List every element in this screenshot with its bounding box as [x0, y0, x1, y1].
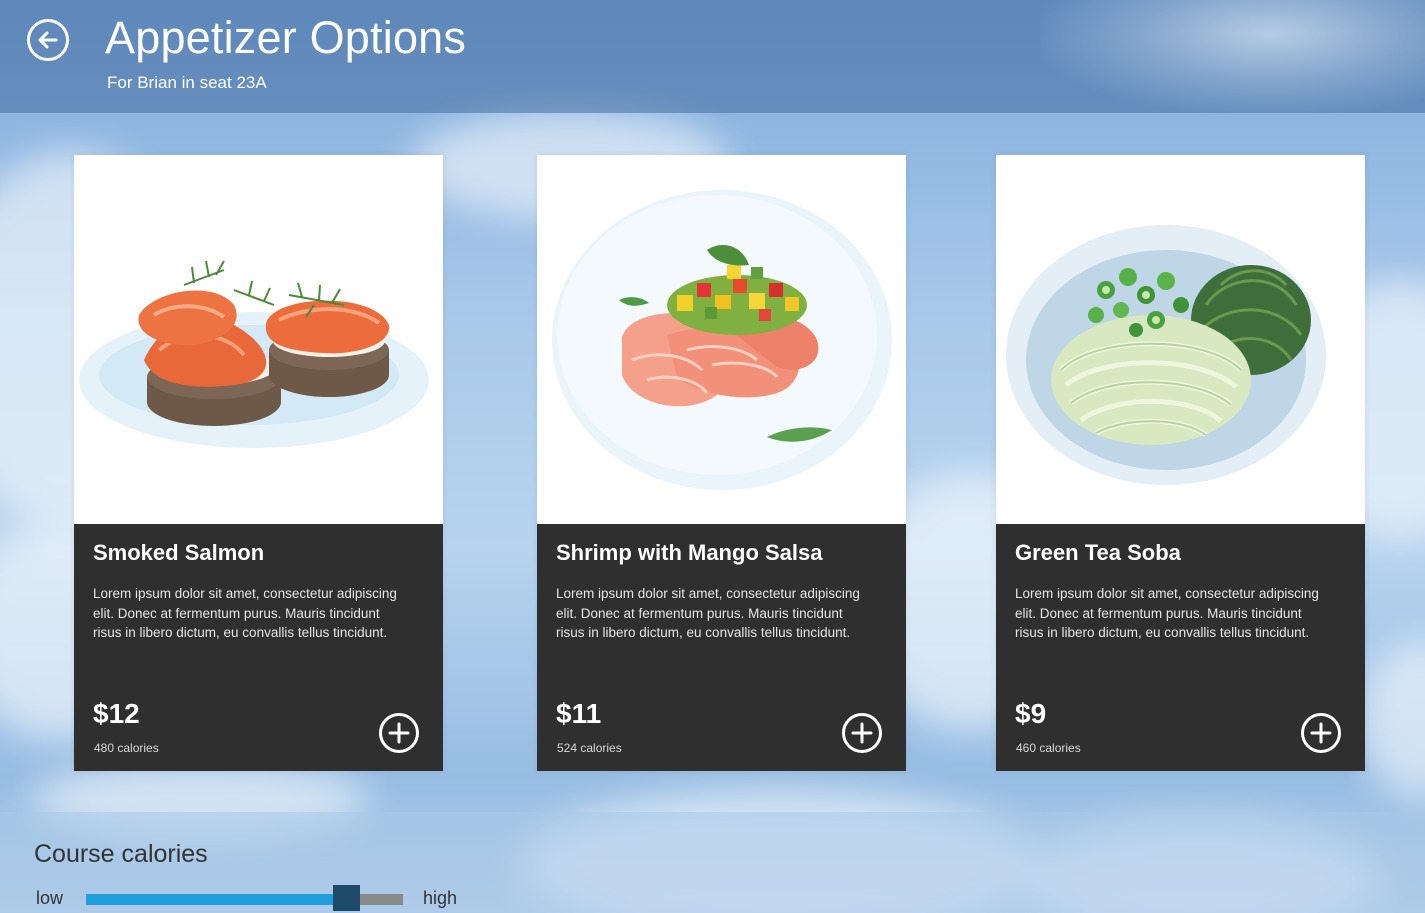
course-calories-label: Course calories [34, 840, 208, 868]
item-price: $9 [1015, 698, 1047, 729]
slider-thumb[interactable] [333, 885, 360, 911]
menu-card-info: Smoked Salmon Lorem ipsum dolor sit amet… [74, 524, 443, 771]
shrimp-mango-salsa-illustration [537, 155, 906, 524]
add-circle-icon [1310, 722, 1332, 744]
add-circle-icon [851, 722, 873, 744]
header-cloud [1040, 0, 1425, 113]
add-circle-icon [388, 722, 410, 744]
slider-fill [86, 894, 346, 905]
item-description: Lorem ipsum dolor sit amet, consectetur … [556, 586, 860, 640]
page-title: Appetizer Options [105, 12, 467, 63]
item-calories: 524 calories [557, 741, 622, 755]
menu-card-smoked-salmon[interactable]: Smoked Salmon Lorem ipsum dolor sit amet… [74, 155, 443, 771]
slider-low-label: low [36, 888, 64, 908]
menu-card-info: Shrimp with Mango Salsa Lorem ipsum dolo… [537, 524, 906, 771]
add-item-button[interactable] [379, 713, 419, 753]
item-price: $12 [93, 698, 140, 729]
smoked-salmon-illustration [74, 155, 443, 524]
item-description: Lorem ipsum dolor sit amet, consectetur … [1015, 586, 1319, 640]
menu-card-shrimp-mango-salsa[interactable]: Shrimp with Mango Salsa Lorem ipsum dolo… [537, 155, 906, 771]
item-name: Smoked Salmon [93, 540, 265, 565]
item-calories: 480 calories [94, 741, 159, 755]
add-item-button[interactable] [842, 713, 882, 753]
slider-high-label: high [423, 888, 458, 908]
item-name: Shrimp with Mango Salsa [556, 540, 823, 565]
page-subtitle: For Brian in seat 23A [107, 73, 267, 92]
menu-card-green-tea-soba[interactable]: Green Tea Soba Lorem ipsum dolor sit ame… [996, 155, 1365, 771]
item-name: Green Tea Soba [1015, 540, 1181, 565]
back-arrow-icon [38, 31, 58, 49]
item-price: $11 [556, 698, 602, 729]
item-calories: 460 calories [1016, 741, 1081, 755]
item-description: Lorem ipsum dolor sit amet, consectetur … [93, 586, 397, 640]
green-tea-soba-illustration [996, 155, 1365, 524]
menu-card-info: Green Tea Soba Lorem ipsum dolor sit ame… [996, 524, 1365, 771]
back-button[interactable] [27, 19, 69, 61]
course-calories-slider[interactable] [86, 885, 403, 911]
add-item-button[interactable] [1301, 713, 1341, 753]
